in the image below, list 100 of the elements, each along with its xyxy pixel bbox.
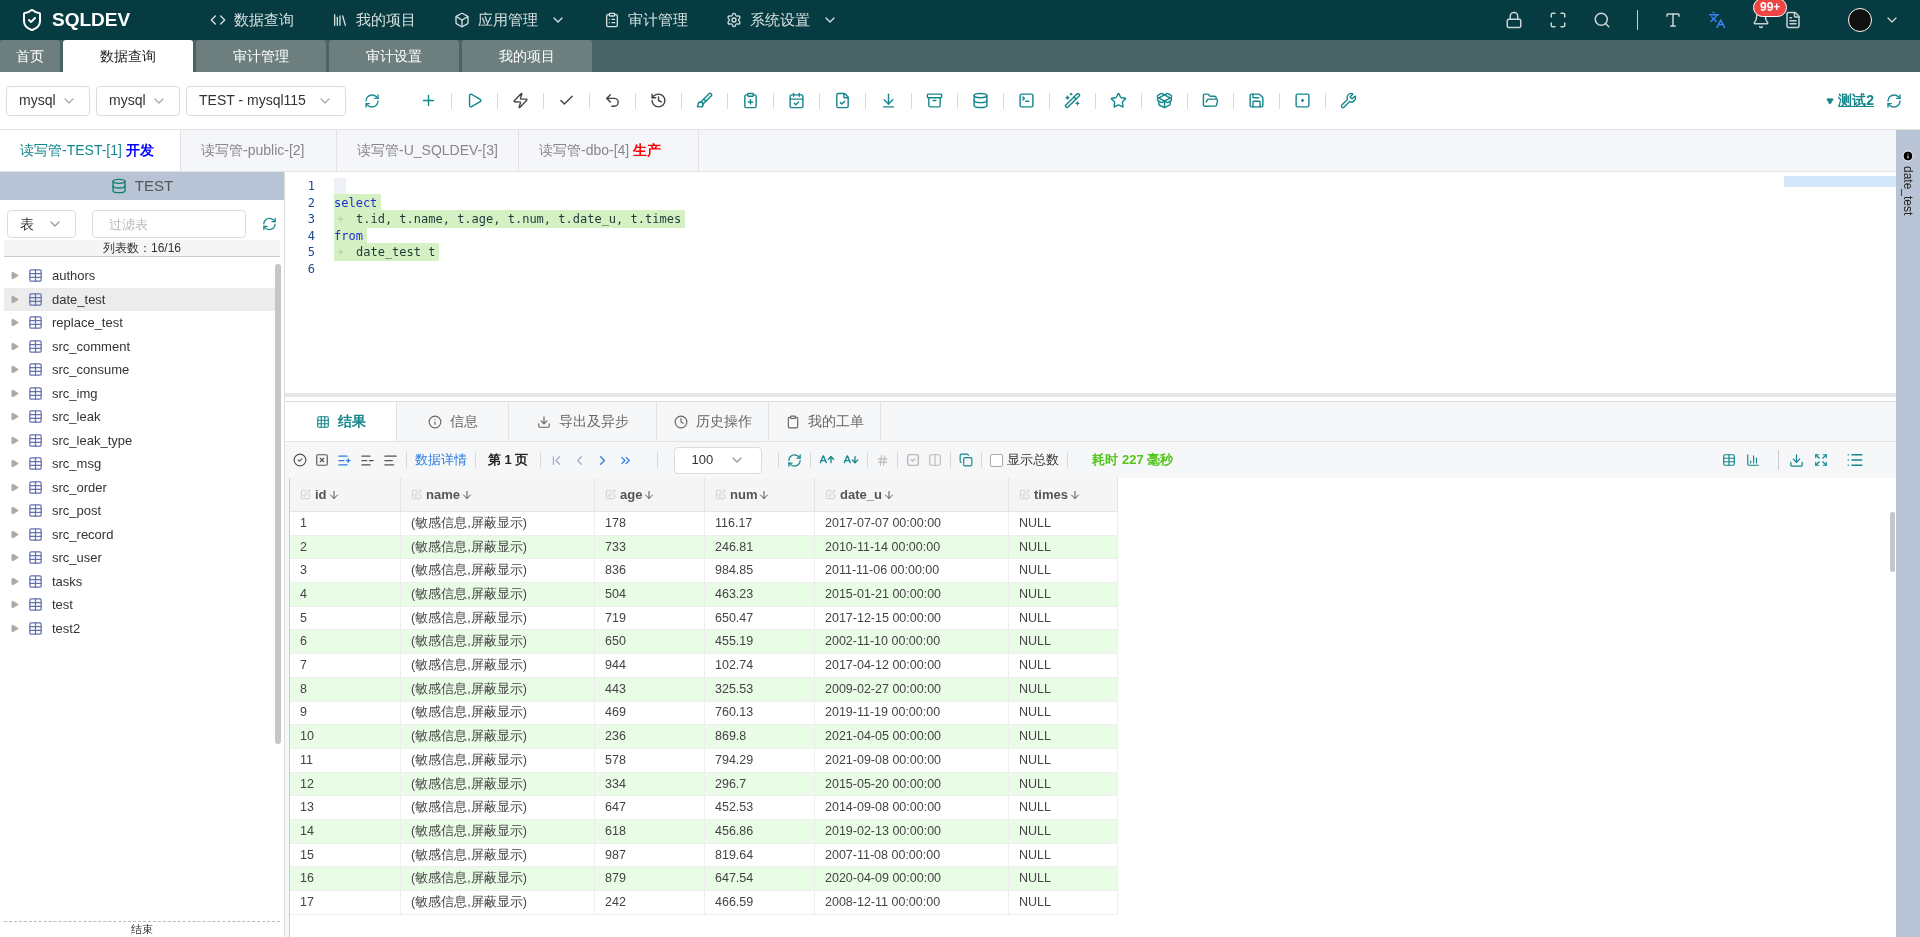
table-tree-item[interactable]: src_post — [4, 499, 275, 523]
query-tab[interactable]: 读写管-TEST-[1] 开发 — [0, 130, 181, 171]
page-tab[interactable]: 审计设置 — [329, 40, 459, 72]
column-header[interactable]: name — [401, 478, 595, 511]
refresh-icon[interactable] — [364, 92, 380, 109]
file-check-icon[interactable] — [834, 92, 851, 109]
expand-arrow-icon[interactable] — [10, 271, 19, 281]
result-tab[interactable]: 导出及异步 — [509, 402, 657, 441]
document-icon[interactable] — [1784, 11, 1802, 29]
history-icon[interactable] — [650, 92, 667, 109]
table-tree-item[interactable]: src_consume — [4, 358, 275, 382]
lock-icon[interactable] — [1505, 11, 1523, 29]
column-header[interactable]: times — [1009, 478, 1118, 511]
star-icon[interactable] — [1110, 92, 1127, 109]
sort-icon[interactable] — [460, 488, 473, 501]
column-header[interactable]: age — [595, 478, 705, 511]
list-icon[interactable] — [1846, 451, 1864, 469]
table-tree-item[interactable]: src_record — [4, 522, 275, 546]
translate-icon[interactable] — [1708, 11, 1726, 29]
expand-arrow-icon[interactable] — [10, 482, 19, 492]
expand-icon[interactable] — [1814, 453, 1828, 467]
sort-icon[interactable] — [1068, 488, 1081, 501]
page-tab[interactable]: 数据查询 — [63, 40, 193, 72]
result-tab[interactable]: 我的工单 — [769, 402, 881, 441]
data-detail-link[interactable]: 数据详情 — [415, 450, 467, 470]
undo-icon[interactable] — [604, 92, 621, 109]
nav-menu-item[interactable]: 数据查询 — [210, 8, 294, 32]
expand-arrow-icon[interactable] — [10, 623, 19, 633]
result-tab[interactable]: 结果 — [285, 402, 397, 441]
sort-icon[interactable] — [882, 488, 895, 501]
folder-icon[interactable] — [1202, 92, 1219, 109]
download-icon[interactable] — [880, 92, 897, 109]
expand-arrow-icon[interactable] — [10, 435, 19, 445]
result-tab[interactable]: 历史操作 — [657, 402, 769, 441]
table-tree-item[interactable]: authors — [4, 264, 275, 288]
open-box-icon[interactable] — [1156, 92, 1173, 109]
nav-menu-item[interactable]: 系统设置 — [726, 8, 838, 32]
align-left-icon[interactable] — [383, 452, 398, 468]
scrollbar[interactable] — [1889, 512, 1895, 572]
info-icon[interactable] — [1902, 150, 1914, 162]
result-tab[interactable]: 信息 — [397, 402, 509, 441]
wrench-icon[interactable] — [1340, 92, 1357, 109]
refresh-icon[interactable] — [1886, 92, 1902, 109]
nav-menu-item[interactable]: 我的项目 — [332, 8, 416, 32]
lightning-icon[interactable] — [512, 92, 529, 109]
expand-arrow-icon[interactable] — [10, 553, 19, 563]
table-tree-item[interactable]: src_comment — [4, 334, 275, 358]
avatar[interactable] — [1848, 8, 1872, 32]
calendar-check-icon[interactable] — [788, 92, 805, 109]
table-tree-item[interactable]: src_order — [4, 475, 275, 499]
table-tree-item[interactable]: replace_test — [4, 311, 275, 335]
nav-menu-item[interactable]: 审计管理 — [604, 8, 688, 32]
download-icon[interactable] — [1789, 452, 1804, 468]
connection-select[interactable]: TEST - mysql115 — [186, 85, 346, 116]
archive-icon[interactable] — [926, 92, 943, 109]
expand-arrow-icon[interactable] — [10, 318, 19, 328]
table-tree-item[interactable]: date_test — [4, 287, 275, 311]
magic-wand-icon[interactable] — [1064, 92, 1081, 109]
column-header[interactable]: num — [705, 478, 815, 511]
user-link[interactable]: 测试2 — [1838, 90, 1874, 111]
fullscreen-icon[interactable] — [1549, 11, 1567, 29]
checkbox[interactable] — [990, 453, 1004, 467]
brush-icon[interactable] — [696, 92, 713, 109]
expand-arrow-icon[interactable] — [10, 365, 19, 375]
expand-arrow-icon[interactable] — [10, 529, 19, 539]
table-view-icon[interactable] — [1722, 453, 1736, 467]
filter-field[interactable]: 过滤表 — [92, 210, 247, 238]
circle-check-icon[interactable] — [293, 453, 307, 467]
side-panel-label[interactable]: date_test — [1899, 166, 1917, 216]
query-tab[interactable]: 读写管-dbo-[4] 生产 — [519, 130, 699, 171]
terminal-icon[interactable] — [1018, 92, 1035, 109]
type-select[interactable]: 表 — [7, 210, 77, 238]
save-icon[interactable] — [1248, 92, 1265, 109]
sort-icon[interactable] — [643, 488, 656, 501]
table-tree-item[interactable]: src_user — [4, 546, 275, 570]
expand-arrow-icon[interactable] — [10, 506, 19, 516]
expand-arrow-icon[interactable] — [10, 341, 19, 351]
square-x-icon[interactable] — [315, 453, 329, 467]
sql-editor[interactable]: 1 2 select 3 t.id, t.name, t.age, t.num, t.date_u, t.times 4 from 5 date_test t 6 — [285, 172, 1896, 397]
refresh-icon[interactable] — [787, 452, 803, 468]
refresh-icon[interactable] — [262, 216, 277, 232]
expand-arrow-icon[interactable] — [10, 576, 19, 586]
connection-select[interactable]: mysql — [6, 85, 90, 116]
page-size-select[interactable]: 100 — [674, 446, 763, 474]
table-tree-item[interactable]: test2 — [4, 616, 275, 640]
sort-icon[interactable] — [758, 488, 771, 501]
expand-arrow-icon[interactable] — [10, 388, 19, 398]
column-header[interactable]: date_u — [815, 478, 1009, 511]
expand-arrow-icon[interactable] — [10, 600, 19, 610]
connection-select[interactable]: mysql — [96, 85, 180, 116]
expand-arrow-icon[interactable] — [10, 459, 19, 469]
remove-row-icon[interactable] — [360, 452, 375, 468]
table-tree-item[interactable]: src_leak_type — [4, 428, 275, 452]
table-tree-item[interactable]: src_leak — [4, 405, 275, 429]
copy-icon[interactable] — [959, 453, 974, 467]
table-tree-item[interactable]: tasks — [4, 569, 275, 593]
scrollbar[interactable] — [275, 264, 281, 744]
database-icon[interactable] — [972, 92, 989, 109]
sort-icon[interactable] — [327, 488, 340, 501]
clipboard-plus-icon[interactable] — [742, 92, 759, 109]
